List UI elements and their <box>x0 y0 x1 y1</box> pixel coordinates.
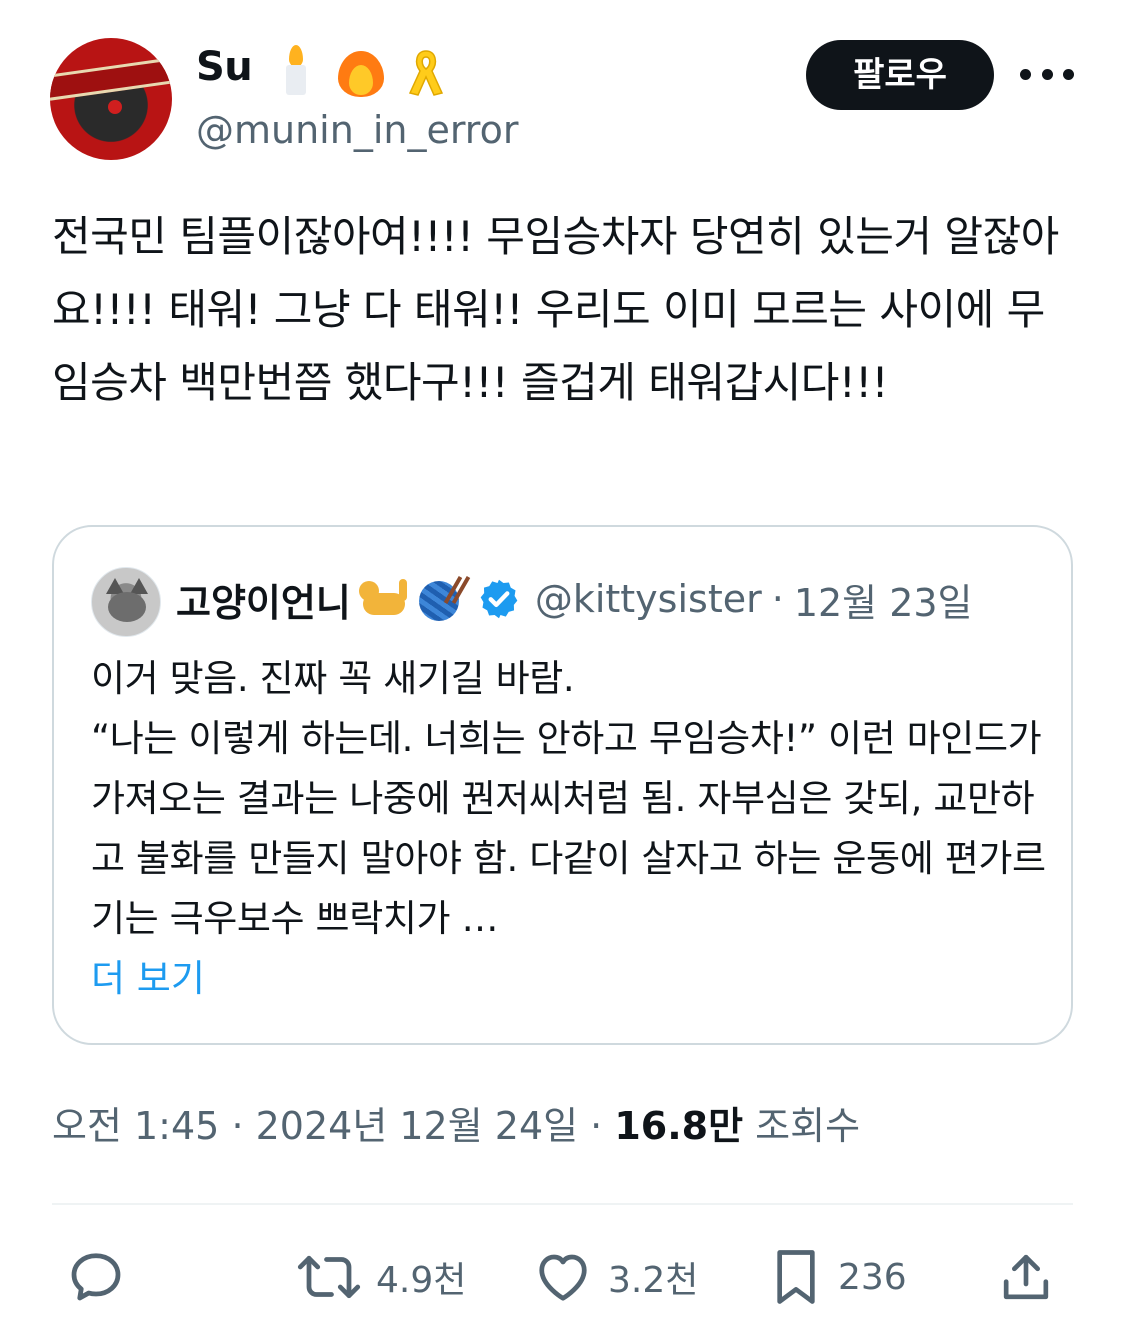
tweet-date[interactable]: 2024년 12월 24일 <box>256 1104 578 1148</box>
separator-dot: · <box>590 1104 603 1148</box>
separator-dot: · <box>771 577 784 621</box>
share-button[interactable] <box>998 1240 1054 1314</box>
like-count: 3.2천 <box>608 1260 699 1301</box>
quoted-user-display-name[interactable]: 고양이언니 <box>176 572 351 627</box>
fire-emoji-icon <box>334 43 386 97</box>
yarn-emoji-icon <box>417 575 471 623</box>
views-label: 조회수 <box>755 1104 861 1148</box>
tweet-text: 전국민 팀플이잖아여!!!! 무임승차자 당연히 있는거 알잖아요!!!! 태워… <box>52 212 1059 407</box>
avatar-headband-image <box>50 56 172 102</box>
quoted-tweet-date[interactable]: 12월 23일 <box>794 572 973 627</box>
heart-icon <box>539 1254 587 1301</box>
bookmark-icon <box>777 1250 815 1304</box>
verified-badge-icon <box>480 579 518 619</box>
quoted-user-handle[interactable]: @kittysister <box>535 577 762 621</box>
show-more-link[interactable]: 더 보기 <box>91 949 205 1009</box>
separator-dot: · <box>231 1104 244 1148</box>
retweet-button[interactable]: 4.9천 <box>296 1240 466 1314</box>
tweet-header: Su @munin_in_error 팔로우 <box>50 38 1080 163</box>
quoted-user-avatar[interactable] <box>91 567 161 637</box>
user-display-name[interactable]: Su <box>196 44 253 90</box>
user-name-emojis <box>278 42 446 98</box>
share-upload-icon <box>1003 1254 1049 1300</box>
quoted-tweet-text: 이거 맞음. 진짜 꼭 새기길 바람. “나는 이렇게 하는데. 너희는 안하고… <box>91 657 1046 940</box>
follow-button[interactable]: 팔로우 <box>806 40 994 110</box>
tweet-actions-bar: 4.9천 3.2천 236 <box>52 1240 1073 1314</box>
avatar[interactable] <box>50 38 172 160</box>
reply-button[interactable] <box>66 1240 126 1314</box>
views-count[interactable]: 16.8만 <box>614 1104 743 1148</box>
divider <box>52 1203 1073 1205</box>
candle-emoji-icon <box>278 43 314 97</box>
yellow-ribbon-emoji-icon <box>406 43 446 97</box>
like-button[interactable]: 3.2천 <box>532 1240 698 1314</box>
cat-emoji-icon <box>358 575 411 623</box>
more-options-icon[interactable] <box>1020 56 1074 92</box>
bookmark-button[interactable]: 236 <box>768 1240 907 1314</box>
retweet-icon <box>297 1255 361 1299</box>
avatar-decoration <box>108 100 122 114</box>
tweet-time[interactable]: 오전 1:45 <box>52 1104 219 1148</box>
speech-bubble-icon <box>71 1253 121 1301</box>
quoted-tweet-card[interactable]: 고양이언니 @kittysister · 12월 23일 이거 맞음. 진짜 꼭… <box>52 525 1073 1045</box>
user-handle[interactable]: @munin_in_error <box>196 108 518 152</box>
bookmark-count: 236 <box>838 1256 907 1298</box>
quoted-tweet-header: 고양이언니 @kittysister · 12월 23일 <box>176 569 973 629</box>
retweet-count: 4.9천 <box>376 1260 467 1301</box>
tweet-meta: 오전 1:45 · 2024년 12월 24일 · 16.8만 조회수 <box>52 1098 860 1154</box>
